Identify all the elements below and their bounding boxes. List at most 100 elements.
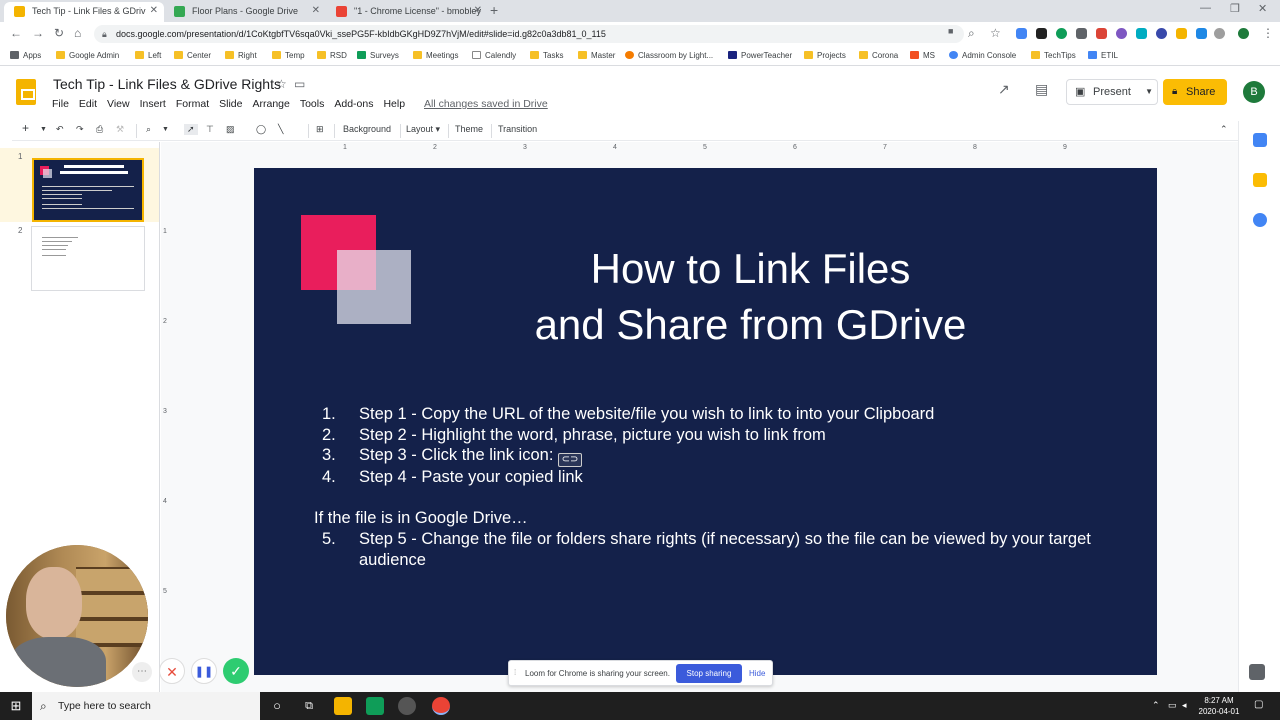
select-cursor-icon[interactable]: ➚ (184, 124, 198, 135)
transition-button[interactable]: Transition (498, 124, 537, 134)
chevron-down-icon[interactable]: ▼ (162, 126, 169, 133)
tasks-icon[interactable] (1253, 213, 1267, 227)
menu-file[interactable]: File (52, 98, 69, 110)
bookmark-item[interactable]: ETIL (1088, 51, 1118, 60)
url-input[interactable]: 🔒︎ docs.google.com/presentation/d/1CoKtg… (94, 25, 964, 43)
shape-icon[interactable]: ◯ (256, 124, 266, 135)
paint-format-icon[interactable]: ⚒ (116, 124, 124, 135)
pause-recording-icon[interactable]: ❚❚ (191, 658, 217, 684)
extension-icon[interactable] (1136, 28, 1147, 39)
forward-icon[interactable]: → (32, 26, 44, 40)
activity-trend-icon[interactable]: ↗ (998, 81, 1010, 98)
redo-icon[interactable]: ↷ (76, 124, 84, 135)
light-accent-square[interactable] (337, 250, 411, 324)
more-options-icon[interactable]: ⋯ (132, 662, 152, 682)
hide-button[interactable]: Hide (749, 669, 765, 678)
slides-logo-icon[interactable] (16, 79, 36, 105)
print-icon[interactable]: ⎙ (96, 124, 103, 135)
finish-recording-icon[interactable]: ✓ (223, 658, 249, 684)
slide-thumbnail-selected[interactable]: 1 (0, 148, 159, 222)
stop-sharing-button[interactable]: Stop sharing (676, 664, 742, 683)
menu-insert[interactable]: Insert (140, 98, 166, 110)
line-icon[interactable]: ╲ (278, 124, 283, 135)
image-icon[interactable]: ▨ (226, 124, 235, 135)
move-folder-icon[interactable]: ▭ (294, 77, 305, 91)
reload-icon[interactable]: ↻ (54, 26, 64, 40)
tray-chevron-icon[interactable]: ⌃ (1152, 700, 1160, 711)
layout-button[interactable]: Layout ▾ (406, 124, 440, 135)
bookmark-item[interactable]: MS (910, 51, 935, 60)
zoom-icon[interactable]: ⌕ (146, 124, 151, 135)
back-icon[interactable]: ← (10, 26, 22, 40)
share-button[interactable]: 🔒︎ Share (1163, 79, 1227, 105)
cortana-icon[interactable]: ○ (268, 697, 286, 715)
zoom-icon[interactable]: ⌕ (968, 26, 975, 41)
cancel-recording-icon[interactable]: ✕ (159, 658, 185, 684)
slide-body-text[interactable]: 1. Step 1 - Copy the URL of the website/f… (314, 404, 1144, 570)
menu-view[interactable]: View (107, 98, 130, 110)
windows-start-icon[interactable]: ⊞ (0, 692, 32, 720)
extension-icon[interactable] (1056, 28, 1067, 39)
text-box-icon[interactable]: ⊤ (206, 124, 214, 135)
extension-icon[interactable] (1214, 28, 1225, 39)
volume-icon[interactable]: ◂ (1182, 700, 1187, 711)
menu-tools[interactable]: Tools (300, 98, 325, 110)
undo-icon[interactable]: ↶ (56, 124, 64, 135)
calendar-icon[interactable] (1253, 133, 1267, 147)
menu-help[interactable]: Help (383, 98, 405, 110)
task-view-icon[interactable]: ⧉ (300, 697, 318, 715)
more-menu-icon[interactable]: ⋮ (1262, 26, 1274, 40)
menu-slide[interactable]: Slide (219, 98, 242, 110)
extension-icon[interactable] (1096, 28, 1107, 39)
present-button[interactable]: ▣ Present ▼ (1066, 79, 1158, 105)
bookmark-item[interactable]: Admin Console (949, 51, 1016, 60)
menu-arrange[interactable]: Arrange (252, 98, 289, 110)
camera-icon[interactable]: ■ (948, 26, 953, 36)
extension-icon[interactable] (1176, 28, 1187, 39)
bookmark-item[interactable]: RSD (317, 51, 347, 60)
app-icon[interactable] (398, 697, 416, 715)
collapse-toolbar-icon[interactable]: ⌃ (1220, 124, 1228, 135)
bookmark-item[interactable]: Surveys (357, 51, 399, 60)
bookmark-item[interactable]: TechTips (1031, 51, 1076, 60)
menu-edit[interactable]: Edit (79, 98, 97, 110)
close-tab-icon[interactable]: ✕ (474, 2, 482, 20)
bookmark-item[interactable]: Center (174, 51, 211, 60)
taskbar-search-input[interactable]: ⌕ Type here to search (32, 692, 260, 720)
profile-icon[interactable] (1238, 28, 1249, 39)
chevron-down-icon[interactable]: ▼ (1145, 80, 1153, 104)
bookmark-item[interactable]: Meetings (413, 51, 458, 60)
extension-icon[interactable] (1196, 28, 1207, 39)
bookmark-item[interactable]: Classroom by Light... (625, 51, 713, 60)
bookmark-star-icon[interactable]: ☆ (990, 26, 1001, 40)
bookmark-item[interactable]: PowerTeacher (728, 51, 792, 60)
file-explorer-icon[interactable] (334, 697, 352, 715)
menu-format[interactable]: Format (176, 98, 209, 110)
bookmark-item[interactable]: Tasks (530, 51, 563, 60)
close-tab-icon[interactable]: ✕ (312, 2, 320, 20)
bookmark-item[interactable]: Google Admin (56, 51, 119, 60)
extension-icon[interactable] (1156, 28, 1167, 39)
keep-icon[interactable] (1253, 173, 1267, 187)
close-window-icon[interactable]: ✕ (1258, 2, 1267, 15)
drag-handle-icon[interactable]: ⁞ (514, 668, 516, 677)
menu-addons[interactable]: Add-ons (334, 98, 373, 110)
explore-icon[interactable] (1249, 664, 1265, 680)
chevron-down-icon[interactable]: ▼ (40, 126, 47, 133)
extension-icon[interactable] (1116, 28, 1127, 39)
extension-icon[interactable] (1076, 28, 1087, 39)
extension-icon[interactable] (1036, 28, 1047, 39)
minimize-icon[interactable]: — (1200, 2, 1211, 14)
browser-tab-slides[interactable]: Tech Tip - Link Files & GDriv ✕ (4, 2, 164, 22)
theme-button[interactable]: Theme (455, 124, 483, 134)
comments-icon[interactable]: ▤ (1035, 81, 1048, 98)
bookmark-item[interactable]: Left (135, 51, 161, 60)
bookmark-item[interactable]: Corona (859, 51, 898, 60)
bookmark-item[interactable]: Calendly (472, 51, 516, 60)
slide-thumbnail-2[interactable] (31, 226, 145, 291)
new-slide-icon[interactable]: + (22, 121, 29, 135)
browser-tab-gmail[interactable]: "1 - Chrome License" - bmobley ✕ (326, 2, 488, 22)
save-status[interactable]: All changes saved in Drive (424, 98, 548, 110)
extension-icon[interactable] (1016, 28, 1027, 39)
webcam-bubble[interactable] (6, 545, 148, 687)
